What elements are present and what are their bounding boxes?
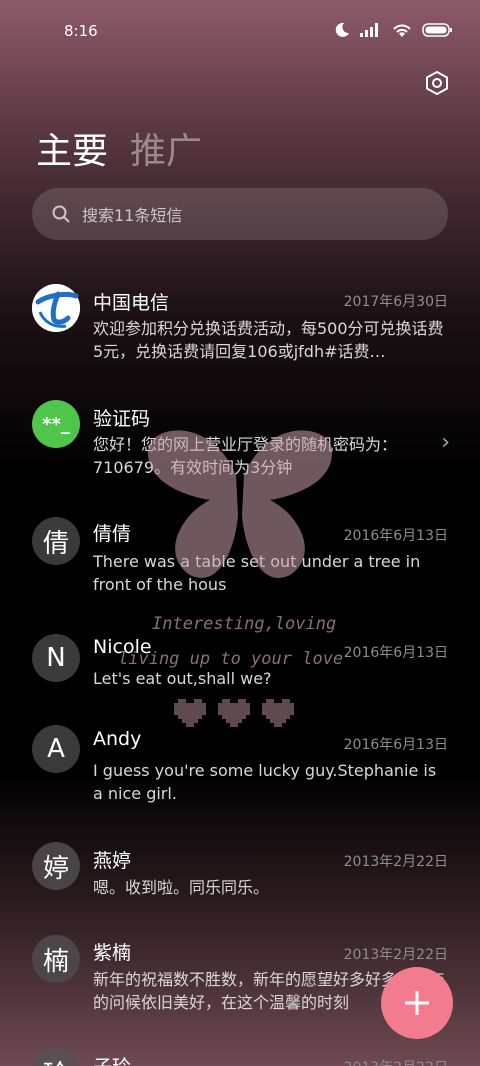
compose-button[interactable]: [381, 967, 453, 1039]
avatar-letter: 倩: [32, 517, 80, 565]
message-row[interactable]: 婷 燕婷 2013年2月22日 嗯。收到啦。同乐同乐。: [0, 842, 480, 912]
sender-name: 子玲: [93, 1052, 131, 1066]
sender-name: Andy: [93, 728, 142, 750]
chevron-right-icon[interactable]: ›: [441, 430, 450, 455]
status-time: 8:16: [64, 22, 98, 40]
search-placeholder: 搜索11条短信: [82, 206, 183, 225]
avatar-china-telecom: [32, 284, 80, 332]
message-row[interactable]: 倩 倩倩 2016年6月13日 There was a table set ou…: [0, 515, 480, 605]
battery-icon: [422, 23, 452, 37]
heart-icon: [262, 699, 294, 727]
message-row[interactable]: A Andy 2016年6月13日 I guess you're some lu…: [0, 725, 480, 815]
overlay-text-1: Interesting,loving: [152, 614, 337, 634]
message-row[interactable]: **_ 验证码 您好！您的网上营业厅登录的随机密码为：710679。有效时间为3…: [0, 400, 480, 490]
tab-bar: 主要 推广: [36, 122, 202, 174]
message-preview: 嗯。收到啦。同乐同乐。: [93, 878, 270, 897]
message-date: 2013年2月22日: [343, 854, 448, 870]
avatar-letter: 玲: [32, 1048, 80, 1066]
heart-icon: [174, 699, 206, 727]
avatar-verification: **_: [32, 400, 80, 448]
sender-name: Nicole: [93, 636, 152, 658]
status-bar: 8:16: [0, 0, 480, 62]
message-preview: I guess you're some lucky guy.Stephanie …: [93, 761, 437, 803]
message-preview: 您好！您的网上营业厅登录的随机密码为：710679。有效时间为3分钟: [93, 435, 398, 477]
avatar-letter: 婷: [32, 842, 80, 890]
message-date: 2017年6月30日: [343, 294, 448, 310]
avatar-letter: N: [32, 634, 80, 682]
message-row[interactable]: N Nicole 2016年6月13日 Let's eat out,shall …: [0, 632, 480, 702]
status-icons: [334, 22, 452, 38]
avatar-letter: 楠: [32, 935, 80, 983]
tab-promotions[interactable]: 推广: [130, 122, 202, 174]
plus-icon: [405, 991, 429, 1015]
message-row[interactable]: 中国电信 2017年6月30日 欢迎参加积分兑换话费活动，每500分可兑换话费5…: [0, 280, 480, 370]
message-date: 2016年6月13日: [343, 528, 448, 544]
message-preview: 欢迎参加积分兑换话费活动，每500分可兑换话费5元，兑换话费请回复106或jfd…: [93, 319, 444, 361]
wifi-icon: [393, 24, 411, 37]
china-telecom-logo: [32, 284, 80, 332]
settings-icon: [426, 70, 448, 96]
tab-primary[interactable]: 主要: [36, 122, 108, 174]
message-date: 2013年2月22日: [343, 947, 448, 963]
avatar-letter: A: [32, 725, 80, 773]
search-icon: [52, 205, 70, 223]
sender-name: 倩倩: [93, 523, 132, 545]
message-preview: Let's eat out,shall we?: [93, 669, 272, 688]
moon-icon: [335, 22, 349, 37]
message-date: 2016年6月13日: [343, 737, 448, 753]
sender-name: 验证码: [93, 408, 151, 430]
search-bar[interactable]: 搜索11条短信: [32, 188, 448, 240]
sender-name: 燕婷: [93, 850, 132, 872]
message-date: 2016年6月13日: [343, 645, 448, 661]
message-preview: There was a table set out under a tree i…: [93, 552, 421, 594]
message-date: 2013年2月22日: [344, 1057, 448, 1066]
sender-name: 中国电信: [93, 292, 170, 314]
settings-button[interactable]: [424, 70, 450, 96]
signal-icon: [360, 23, 378, 37]
message-row[interactable]: 玲 子玲 2013年2月22日: [0, 1048, 480, 1066]
heart-icon: [218, 699, 250, 727]
sender-name: 紫楠: [93, 942, 132, 964]
